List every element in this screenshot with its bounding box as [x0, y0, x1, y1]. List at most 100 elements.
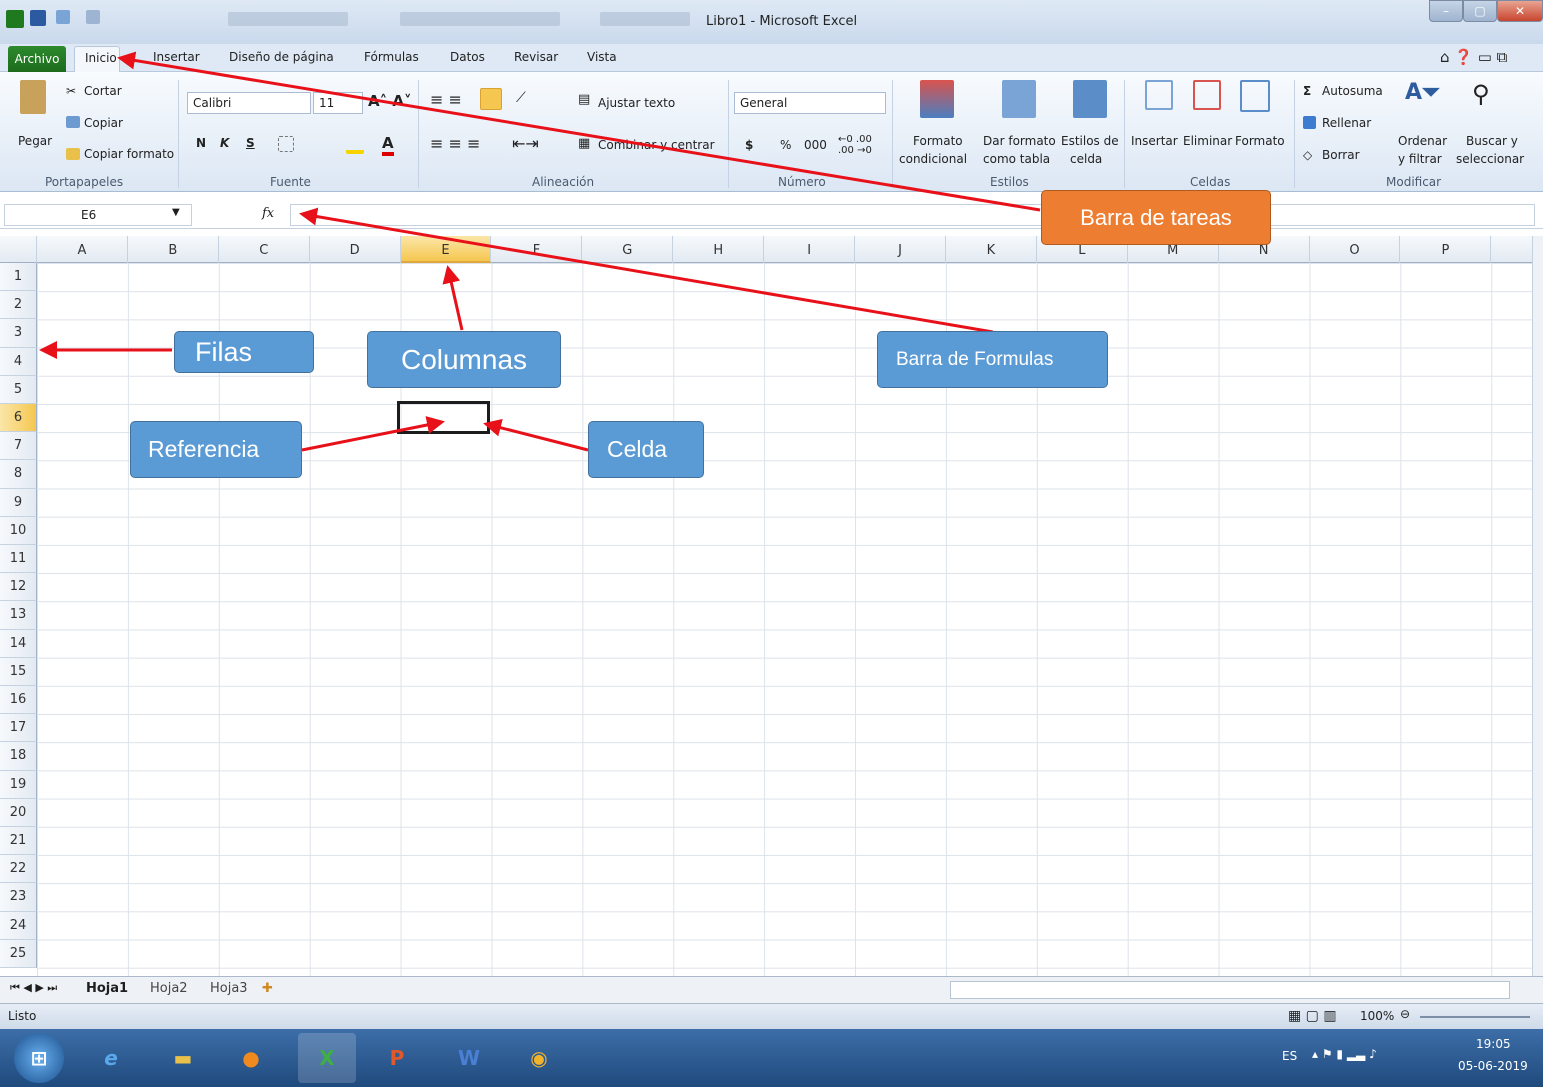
row-header[interactable]: 8 — [0, 460, 37, 489]
sort-filter-icon[interactable]: A⏷ — [1405, 80, 1440, 105]
copy-icon[interactable] — [66, 116, 80, 128]
format-painter-icon[interactable] — [66, 148, 80, 160]
language-indicator[interactable]: ES — [1282, 1049, 1297, 1063]
view-normal-icon[interactable]: ▦ ▢ ▥ — [1288, 1008, 1337, 1024]
align-left-icon[interactable]: ≡ ≡ ≡ — [430, 134, 480, 153]
column-header[interactable]: G — [582, 236, 674, 263]
column-header[interactable]: B — [128, 236, 219, 263]
column-header[interactable]: H — [673, 236, 765, 263]
name-box[interactable]: E6 — [4, 204, 192, 226]
wrap-text-button[interactable]: Ajustar texto — [598, 96, 675, 110]
align-top-icon[interactable]: ≡ ≡ — [430, 90, 462, 109]
row-header[interactable]: 17 — [0, 714, 37, 743]
column-header[interactable]: Q — [1491, 236, 1532, 263]
conditional-format-label2[interactable]: condicional — [899, 152, 967, 166]
row-header[interactable]: 22 — [0, 855, 37, 884]
clock-time[interactable]: 19:05 — [1476, 1037, 1511, 1051]
media-player-icon[interactable]: ● — [222, 1033, 280, 1083]
cut-button[interactable]: Cortar — [84, 84, 122, 98]
ie-icon[interactable]: e — [82, 1033, 140, 1083]
row-header[interactable]: 2 — [0, 291, 37, 320]
row-header[interactable]: 21 — [0, 827, 37, 856]
row-header[interactable]: 10 — [0, 516, 37, 545]
horizontal-scrollbar[interactable] — [950, 981, 1510, 999]
row-header[interactable]: 6 — [0, 404, 37, 433]
column-header[interactable]: K — [946, 236, 1037, 263]
percent-button[interactable]: % — [780, 138, 791, 152]
row-header[interactable]: 25 — [0, 939, 37, 968]
find-label2[interactable]: seleccionar — [1456, 152, 1524, 166]
row-header[interactable]: 12 — [0, 573, 37, 602]
row-header[interactable]: 11 — [0, 545, 37, 574]
fill-down-icon[interactable] — [1303, 116, 1316, 129]
fill-button[interactable]: Rellenar — [1322, 116, 1371, 130]
help-icon[interactable]: ⌂ ❓ ▭ ⧉ — [1440, 48, 1507, 66]
indent-icon[interactable]: ⇤⇥ — [512, 134, 539, 153]
cell-styles-label2[interactable]: celda — [1070, 152, 1102, 166]
orientation-icon[interactable]: ⟋ — [516, 90, 526, 106]
column-header[interactable]: A — [37, 236, 128, 263]
word-icon[interactable]: W — [440, 1033, 498, 1083]
row-header[interactable]: 3 — [0, 319, 37, 348]
number-format-select[interactable]: General — [734, 92, 886, 114]
copy-button[interactable]: Copiar — [84, 116, 123, 130]
powerpoint-icon[interactable]: P — [368, 1033, 426, 1083]
italic-button[interactable]: K — [220, 136, 229, 150]
cut-icon[interactable]: ✂ — [66, 84, 76, 98]
format-painter-button[interactable]: Copiar formato — [84, 147, 174, 161]
delete-cells-button[interactable]: Eliminar — [1183, 134, 1232, 148]
row-header[interactable]: 16 — [0, 686, 37, 715]
column-header[interactable]: J — [855, 236, 946, 263]
wrap-text-icon[interactable]: ▤ — [578, 92, 590, 107]
font-size-select[interactable]: 11 — [313, 92, 363, 114]
row-header[interactable]: 18 — [0, 742, 37, 771]
fill-color-icon[interactable] — [346, 136, 364, 154]
column-header[interactable]: O — [1310, 236, 1401, 263]
find-label[interactable]: Buscar y — [1466, 134, 1518, 148]
sheet-tab-hoja1[interactable]: Hoja1 — [86, 981, 128, 996]
undo-icon[interactable] — [56, 10, 70, 24]
row-header[interactable]: 13 — [0, 601, 37, 630]
cell-styles-label[interactable]: Estilos de — [1061, 134, 1119, 148]
column-header[interactable]: E — [400, 236, 492, 263]
tab-diseno-pagina[interactable]: Diseño de página — [229, 50, 334, 64]
tab-archivo[interactable]: Archivo — [8, 46, 66, 72]
save-icon[interactable] — [30, 10, 46, 26]
cell-styles-icon[interactable] — [1073, 80, 1107, 118]
paste-button[interactable]: Pegar — [18, 134, 52, 148]
tab-inicio[interactable]: Inicio — [74, 46, 120, 73]
zoom-slider[interactable] — [1420, 1016, 1530, 1018]
sort-filter-label2[interactable]: y filtrar — [1398, 152, 1442, 166]
font-color-icon[interactable]: A — [382, 134, 394, 156]
grow-font-icon[interactable]: A˄ A˅ — [368, 92, 411, 110]
row-header[interactable]: 5 — [0, 375, 37, 404]
row-header[interactable]: 14 — [0, 629, 37, 658]
new-sheet-icon[interactable]: ✚ — [262, 981, 273, 996]
underline-button[interactable]: S — [246, 136, 255, 150]
selected-cell[interactable] — [397, 401, 490, 434]
format-cells-icon[interactable] — [1240, 80, 1270, 112]
bold-button[interactable]: N — [196, 136, 206, 150]
row-header[interactable]: 1 — [0, 263, 37, 292]
select-all-corner[interactable] — [0, 236, 37, 263]
row-header[interactable]: 4 — [0, 347, 37, 376]
insert-cells-button[interactable]: Insertar — [1131, 134, 1178, 148]
row-header[interactable]: 24 — [0, 911, 37, 940]
row-header[interactable]: 19 — [0, 770, 37, 799]
format-table-label[interactable]: Dar formato — [983, 134, 1056, 148]
column-header[interactable]: F — [492, 236, 583, 263]
tab-revisar[interactable]: Revisar — [514, 50, 558, 64]
maximize-button[interactable]: ▢ — [1463, 0, 1497, 22]
tab-vista[interactable]: Vista — [587, 50, 617, 64]
chrome-icon[interactable]: ◉ — [510, 1033, 568, 1083]
merge-icon[interactable]: ▦ — [578, 136, 590, 151]
paste-icon[interactable] — [20, 80, 46, 114]
column-header[interactable]: P — [1401, 236, 1492, 263]
tab-insertar[interactable]: Insertar — [153, 50, 200, 64]
insert-cells-icon[interactable] — [1145, 80, 1173, 110]
column-header[interactable]: D — [310, 236, 401, 263]
chevron-down-icon[interactable]: ▼ — [172, 207, 180, 218]
currency-button[interactable]: $ — [745, 138, 753, 152]
tray-icons[interactable]: ▴ ⚑ ▮ ▂▃ ♪ — [1312, 1047, 1377, 1061]
column-header[interactable]: I — [764, 236, 856, 263]
